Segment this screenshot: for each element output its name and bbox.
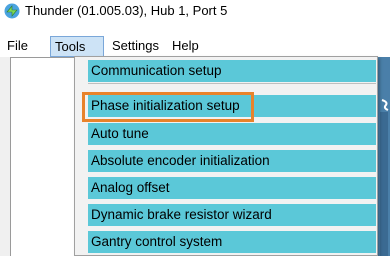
menu-item-phase-initialization-setup[interactable]: Phase initialization setup (88, 95, 376, 117)
title-bar: Thunder (01.005.03), Hub 1, Port 5 (0, 0, 390, 22)
menu-file[interactable]: File (3, 36, 32, 57)
menu-item-dynamic-brake-resistor-wizard[interactable]: Dynamic brake resistor wizard (88, 204, 376, 226)
menu-settings[interactable]: Settings (108, 36, 163, 57)
thunder-app-icon (4, 3, 20, 19)
menu-help[interactable]: Help (168, 36, 203, 57)
menu-gutter (75, 57, 87, 255)
menu-item-auto-tune[interactable]: Auto tune (88, 123, 376, 145)
menu-separator (88, 83, 376, 84)
menu-bar: File Tools Settings Help (0, 36, 390, 57)
tools-dropdown-menu: Communication setup Phase initialization… (74, 56, 378, 256)
menu-tools[interactable]: Tools (50, 36, 104, 57)
window-title: Thunder (01.005.03), Hub 1, Port 5 (25, 3, 228, 18)
menu-item-absolute-encoder-initialization[interactable]: Absolute encoder initialization (88, 150, 376, 172)
menu-item-analog-offset[interactable]: Analog offset (88, 177, 376, 199)
menu-item-communication-setup[interactable]: Communication setup (88, 60, 376, 82)
left-pane (10, 57, 80, 256)
right-pane-strip (380, 112, 388, 256)
menu-item-gantry-control-system[interactable]: Gantry control system (88, 231, 376, 253)
partial-icon (381, 99, 389, 111)
